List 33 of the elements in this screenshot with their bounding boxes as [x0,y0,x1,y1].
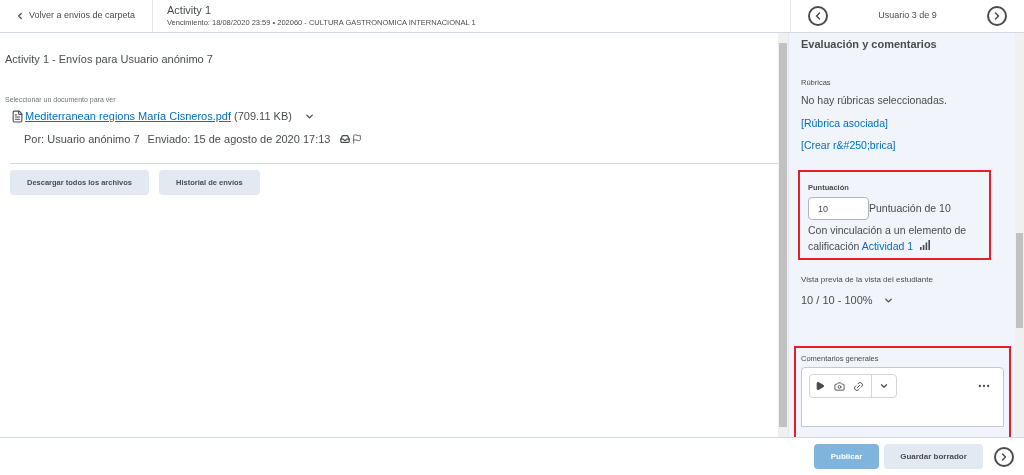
preview-label: Vista previa de la vista del estudiante [801,274,934,287]
submission-heading: Activity 1 - Envíos para Usuario anónimo 7 [5,52,214,67]
tray-icon [340,133,351,144]
submitted-date: Enviado: 15 de agosto de 2020 17:13 [147,131,331,147]
score-input[interactable]: 10 [808,197,869,221]
dropdown-icon[interactable] [882,295,894,306]
panel-title: Evaluación y comentarios [801,37,938,52]
caret-icon[interactable] [879,381,889,391]
user-counter: Usuario 3 de 9 [878,9,937,23]
preview-value: 10 / 10 - 100% [801,293,873,309]
grade-item-link[interactable]: Actividad 1 [861,240,914,253]
grade-link-text: Con vinculación a un elemento de calificación Actividad 1 [808,223,968,255]
previous-user-button[interactable] [808,6,828,26]
camera-icon[interactable] [834,380,845,392]
rubric-link[interactable]: [Crear r&#250;brica] [801,138,896,154]
next-button[interactable] [994,446,1014,467]
submitted-by: Por: Usuario anónimo 7 [24,131,140,147]
signal-bars-icon [920,240,930,251]
rubrics-text: No hay rúbricas seleccionadas. [801,92,948,108]
file-link[interactable]: Mediterranean regions María Cisneros.pdf [25,108,232,125]
video-icon[interactable] [815,381,825,391]
back-link[interactable]: Volver a envios de carpeta [0,0,153,32]
scrollbar[interactable] [1015,33,1024,437]
score-out-of: Puntuación de 10 [869,200,951,216]
rubric-link[interactable]: [Rúbrica asociada] [801,115,888,132]
chevron-left-icon [15,11,25,21]
file-size: (709.11 KB) [234,109,292,124]
footer-button[interactable]: Guardar borrador [884,444,983,469]
next-user-button[interactable] [987,6,1007,26]
document-icon [11,109,24,123]
page-title: Activity 1 [167,3,212,17]
scrollbar[interactable] [778,33,788,437]
flag-icon [352,133,363,144]
